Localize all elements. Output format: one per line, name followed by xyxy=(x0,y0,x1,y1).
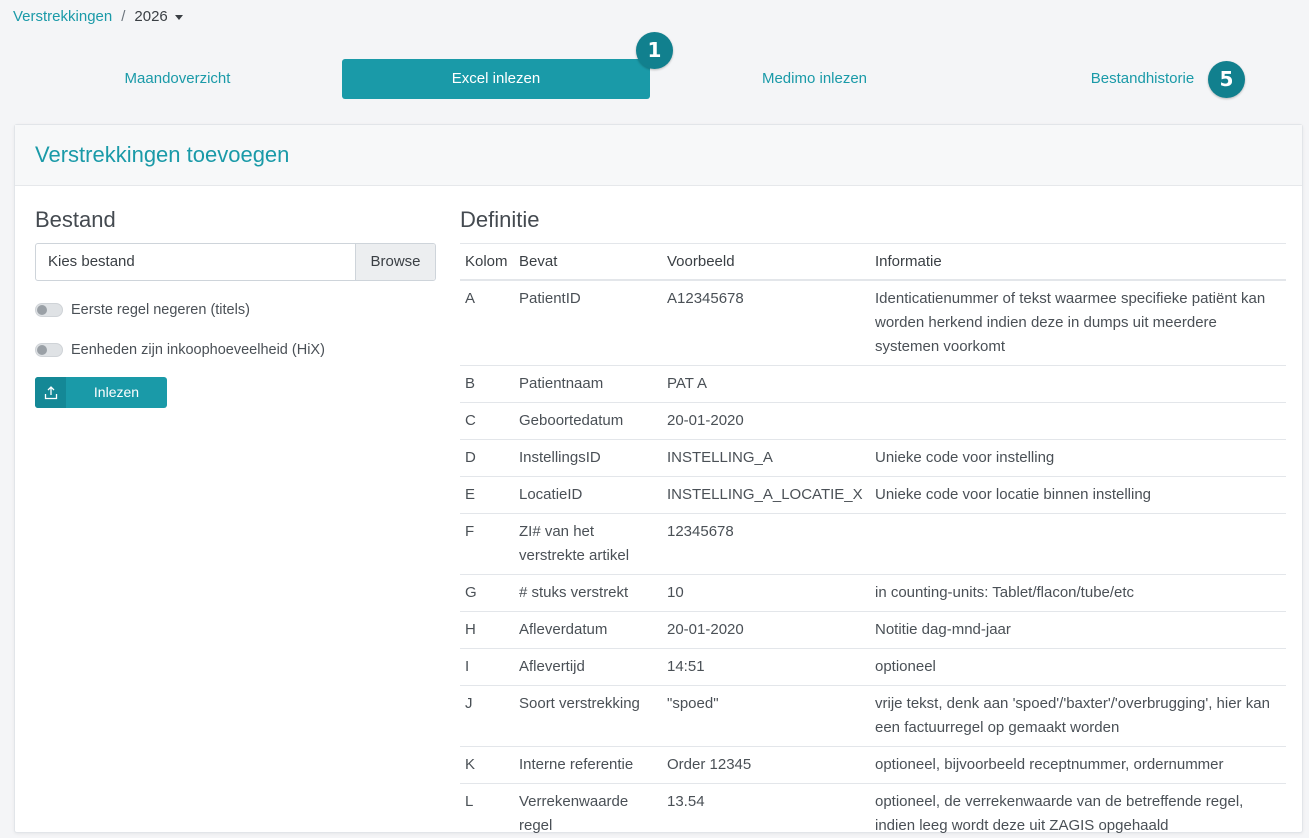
tab-medimo-inlezen[interactable]: Medimo inlezen xyxy=(650,59,979,99)
breadcrumb: Verstrekkingen / 2026 xyxy=(13,8,183,25)
switch-units-label: Eenheden zijn inkoophoeveelheid (HiX) xyxy=(71,342,325,358)
cell-kolom: B xyxy=(460,364,514,402)
cell-bevat: PatientID xyxy=(514,279,662,365)
caret-down-icon xyxy=(174,15,183,20)
header-bevat: Bevat xyxy=(514,243,662,281)
table-row: I Aflevertijd 14:51 optioneel xyxy=(460,647,1286,685)
cell-bevat: Afleverdatum xyxy=(514,610,662,648)
cell-voorbeeld: INSTELLING_A_LOCATIE_X xyxy=(662,475,870,513)
file-input-label[interactable]: Kies bestand xyxy=(36,244,355,280)
step-marker-5: 5 xyxy=(1208,61,1245,98)
switch-first-row-label: Eerste regel negeren (titels) xyxy=(71,302,250,318)
cell-kolom: E xyxy=(460,475,514,513)
cell-kolom: K xyxy=(460,745,514,783)
card-title: Verstrekkingen toevoegen xyxy=(35,142,290,167)
cell-informatie xyxy=(870,401,1286,439)
header-informatie: Informatie xyxy=(870,243,1286,281)
cell-informatie: in counting-units: Tablet/flacon/tube/et… xyxy=(870,573,1286,611)
tab-maandoverzicht[interactable]: Maandoverzicht xyxy=(13,59,342,99)
cell-informatie: Unieke code voor locatie binnen instelli… xyxy=(870,475,1286,513)
switch-units[interactable]: Eenheden zijn inkoophoeveelheid (HiX) xyxy=(35,342,325,358)
toggle-knob xyxy=(37,305,47,315)
cell-voorbeeld: "spoed" xyxy=(662,684,870,746)
toggle-switch[interactable] xyxy=(35,303,63,317)
cell-kolom: G xyxy=(460,573,514,611)
cell-bevat: InstellingsID xyxy=(514,438,662,476)
cell-bevat: Interne referentie xyxy=(514,745,662,783)
card-header: Verstrekkingen toevoegen xyxy=(15,125,1302,186)
cell-bevat: Soort verstrekking xyxy=(514,684,662,746)
cell-kolom: C xyxy=(460,401,514,439)
cell-voorbeeld: PAT A xyxy=(662,364,870,402)
cell-kolom: D xyxy=(460,438,514,476)
toggle-knob xyxy=(37,345,47,355)
step-marker-1: 1 xyxy=(636,32,673,69)
browse-button[interactable]: Browse xyxy=(355,244,435,280)
definitie-table: Kolom Bevat Voorbeeld Informatie A Patie… xyxy=(460,243,1286,838)
cell-voorbeeld: 20-01-2020 xyxy=(662,401,870,439)
cell-voorbeeld: 12345678 xyxy=(662,512,870,574)
cell-voorbeeld: 10 xyxy=(662,573,870,611)
cell-kolom: F xyxy=(460,512,514,574)
cell-kolom: L xyxy=(460,782,514,838)
cell-voorbeeld: 13.54 xyxy=(662,782,870,838)
table-row: E LocatieID INSTELLING_A_LOCATIE_X Uniek… xyxy=(460,475,1286,513)
cell-voorbeeld: 14:51 xyxy=(662,647,870,685)
table-row: C Geboortedatum 20-01-2020 xyxy=(460,401,1286,439)
cell-informatie: Identicatienummer of tekst waarmee speci… xyxy=(870,279,1286,365)
cell-informatie: optioneel, de verrekenwaarde van de betr… xyxy=(870,782,1286,838)
upload-icon xyxy=(35,377,66,408)
cell-kolom: J xyxy=(460,684,514,746)
table-row: D InstellingsID INSTELLING_A Unieke code… xyxy=(460,438,1286,476)
cell-kolom: A xyxy=(460,279,514,365)
cell-informatie: Notitie dag-mnd-jaar xyxy=(870,610,1286,648)
cell-bevat: Aflevertijd xyxy=(514,647,662,685)
cell-informatie: optioneel, bijvoorbeeld receptnummer, or… xyxy=(870,745,1286,783)
table-row: F ZI# van het verstrekte artikel 1234567… xyxy=(460,512,1286,574)
cell-bevat: Verrekenwaarde regel xyxy=(514,782,662,838)
header-voorbeeld: Voorbeeld xyxy=(662,243,870,281)
bestand-title: Bestand xyxy=(35,207,116,232)
tab-excel-inlezen[interactable]: Excel inlezen xyxy=(342,59,650,99)
inlezen-button[interactable]: Inlezen xyxy=(35,377,167,408)
table-header-row: Kolom Bevat Voorbeeld Informatie xyxy=(460,243,1286,281)
cell-voorbeeld: Order 12345 xyxy=(662,745,870,783)
year-label: 2026 xyxy=(134,8,168,25)
table-row: H Afleverdatum 20-01-2020 Notitie dag-mn… xyxy=(460,610,1286,648)
switch-first-row[interactable]: Eerste regel negeren (titels) xyxy=(35,302,250,318)
cell-bevat: ZI# van het verstrekte artikel xyxy=(514,512,662,574)
cell-informatie: vrije tekst, denk aan 'spoed'/'baxter'/'… xyxy=(870,684,1286,746)
tab-bestandhistorie[interactable]: Bestandhistorie xyxy=(979,59,1306,99)
cell-bevat: LocatieID xyxy=(514,475,662,513)
cell-informatie: optioneel xyxy=(870,647,1286,685)
cell-informatie: Unieke code voor instelling xyxy=(870,438,1286,476)
cell-informatie xyxy=(870,364,1286,402)
cell-voorbeeld: A12345678 xyxy=(662,279,870,365)
inlezen-label: Inlezen xyxy=(93,384,140,400)
definitie-title: Definitie xyxy=(460,207,540,232)
table-row: G # stuks verstrekt 10 in counting-units… xyxy=(460,573,1286,611)
table-row: B Patientnaam PAT A xyxy=(460,364,1286,402)
table-row: J Soort verstrekking "spoed" vrije tekst… xyxy=(460,684,1286,746)
table-row: K Interne referentie Order 12345 optione… xyxy=(460,745,1286,783)
cell-bevat: Geboortedatum xyxy=(514,401,662,439)
table-row: A PatientID A12345678 Identicatienummer … xyxy=(460,279,1286,365)
verstrekkingen-card: Verstrekkingen toevoegen Bestand Kies be… xyxy=(14,124,1303,838)
cell-informatie xyxy=(870,512,1286,574)
breadcrumb-separator: / xyxy=(121,8,126,25)
toggle-switch[interactable] xyxy=(35,343,63,357)
year-dropdown[interactable]: 2026 xyxy=(134,8,183,25)
cell-voorbeeld: 20-01-2020 xyxy=(662,610,870,648)
cell-bevat: Patientnaam xyxy=(514,364,662,402)
breadcrumb-link-verstrekkingen[interactable]: Verstrekkingen xyxy=(13,8,112,25)
file-input[interactable]: Kies bestand Browse xyxy=(35,243,436,281)
cell-voorbeeld: INSTELLING_A xyxy=(662,438,870,476)
cell-kolom: H xyxy=(460,610,514,648)
cell-bevat: # stuks verstrekt xyxy=(514,573,662,611)
table-row: L Verrekenwaarde regel 13.54 optioneel, … xyxy=(460,782,1286,838)
header-kolom: Kolom xyxy=(460,243,514,281)
cell-kolom: I xyxy=(460,647,514,685)
